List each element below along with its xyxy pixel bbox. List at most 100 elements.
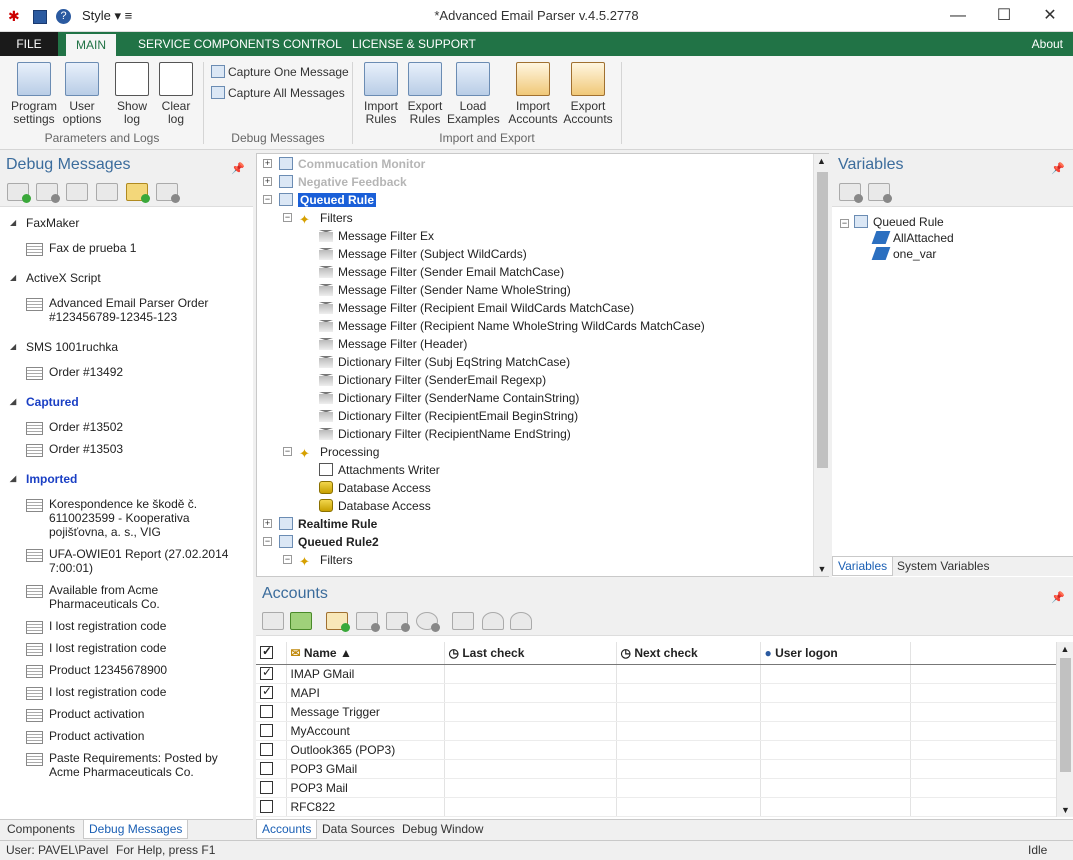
account-enabled-checkbox[interactable]	[260, 665, 273, 680]
scrollbar-thumb[interactable]	[1060, 658, 1071, 772]
account-enabled-checkbox[interactable]	[260, 704, 273, 718]
user-icon[interactable]	[482, 612, 504, 630]
table-row[interactable]: Outlook365 (POP3)	[256, 740, 1056, 760]
rule-tree-node[interactable]: Message Filter (Recipient Name WholeStri…	[319, 317, 705, 335]
debug-message-item[interactable]: Product 12345678900	[0, 660, 253, 680]
table-row[interactable]: Message Trigger	[256, 702, 1056, 722]
close-button[interactable]: ✕	[1027, 0, 1073, 31]
tab-system-variables[interactable]: System Variables	[892, 557, 994, 576]
capture-one-message-button[interactable]: Capture One Message	[211, 63, 349, 81]
rule-tree-node[interactable]: Dictionary Filter (Subj EqString MatchCa…	[319, 353, 570, 371]
load-examples-button[interactable]: Load Examples	[447, 62, 500, 126]
rule-tree-node[interactable]: Commucation Monitor	[279, 155, 425, 173]
edit-account-icon[interactable]	[386, 612, 410, 632]
table-row[interactable]: IMAP GMail	[256, 664, 1056, 684]
scrollbar-thumb[interactable]	[817, 172, 828, 468]
rule-tree-node[interactable]: Message Filter (Recipient Email WildCard…	[319, 299, 634, 317]
save-accounts-icon[interactable]	[452, 612, 474, 630]
account-enabled-checkbox[interactable]	[260, 780, 273, 794]
collapse-icon[interactable]: −	[283, 213, 292, 222]
show-log-button[interactable]: Show log	[112, 62, 152, 126]
collapse-icon[interactable]: −	[283, 555, 292, 564]
rule-tree-node[interactable]: Dictionary Filter (RecipientName EndStri…	[319, 425, 571, 443]
rules-tree-scrollbar[interactable]: ▲ ▼	[813, 154, 829, 576]
debug-message-item[interactable]: Order #13502	[0, 417, 253, 437]
check-account-icon[interactable]	[416, 612, 440, 632]
debug-message-item[interactable]: Product activation	[0, 704, 253, 724]
debug-message-item[interactable]: Order #13492	[0, 362, 253, 382]
users-icon[interactable]	[510, 612, 532, 630]
rule-tree-node[interactable]: Database Access	[319, 497, 431, 515]
debug-message-item[interactable]: Order #13503	[0, 439, 253, 459]
tab-variables[interactable]: Variables	[832, 557, 894, 576]
tab-components[interactable]: Components	[2, 820, 80, 839]
rule-tree-node[interactable]: ✦ Filters	[299, 209, 353, 227]
add-variable-icon[interactable]	[839, 183, 863, 203]
add-account-icon[interactable]	[326, 612, 350, 632]
column-header-next-check[interactable]: ◷ Next check	[616, 642, 761, 665]
account-enabled-checkbox[interactable]	[260, 684, 273, 699]
account-enabled-checkbox[interactable]	[260, 742, 273, 756]
debug-message-item[interactable]: I lost registration code	[0, 638, 253, 658]
rule-tree-node[interactable]: Database Access	[319, 479, 431, 497]
import-accounts-button[interactable]: Import Accounts	[506, 62, 560, 126]
select-all-checkbox[interactable]	[260, 644, 273, 659]
tab-service-components-control[interactable]: SERVICE COMPONENTS CONTROL	[128, 32, 352, 56]
accounts-scrollbar[interactable]: ▲ ▼	[1056, 642, 1073, 817]
debug-group[interactable]: Captured	[0, 392, 253, 412]
save-message-icon[interactable]	[66, 183, 88, 201]
delete-variable-icon[interactable]	[868, 183, 892, 203]
rule-tree-node[interactable]: Message Filter (Subject WildCards)	[319, 245, 527, 263]
user-options-button[interactable]: User options	[60, 62, 104, 126]
column-header-name[interactable]: ✉ Name ▲	[286, 642, 445, 665]
export-rules-button[interactable]: Export Rules	[403, 62, 447, 126]
rule-tree-node[interactable]: Dictionary Filter (SenderEmail Regexp)	[319, 371, 546, 389]
delete-folder-icon[interactable]	[156, 183, 180, 203]
debug-message-item[interactable]: Fax de prueba 1	[0, 238, 253, 258]
select-all-header[interactable]	[256, 642, 287, 665]
tab-debug-window[interactable]: Debug Window	[397, 820, 488, 839]
debug-message-item[interactable]: Product activation	[0, 726, 253, 746]
print-icon[interactable]	[262, 612, 284, 630]
account-enabled-checkbox[interactable]	[260, 799, 273, 813]
expand-icon[interactable]: +	[263, 519, 272, 528]
expand-icon[interactable]: +	[263, 159, 272, 168]
table-row[interactable]: MAPI	[256, 683, 1056, 703]
rule-tree-node[interactable]: Dictionary Filter (SenderName ContainStr…	[319, 389, 579, 407]
program-settings-button[interactable]: Program settings	[8, 62, 60, 126]
about-link[interactable]: About	[1022, 32, 1073, 56]
collapse-icon[interactable]: −	[263, 195, 272, 204]
table-row[interactable]: MyAccount	[256, 721, 1056, 741]
collapse-icon[interactable]: −	[283, 447, 292, 456]
account-enabled-checkbox[interactable]	[260, 761, 273, 775]
rule-tree-node[interactable]: ✦ Filters	[299, 551, 353, 569]
add-folder-icon[interactable]	[126, 183, 150, 203]
debug-message-item[interactable]: I lost registration code	[0, 616, 253, 636]
tab-data-sources[interactable]: Data Sources	[317, 820, 400, 839]
debug-message-item[interactable]: Available from Acme Pharmaceuticals Co.	[0, 580, 253, 614]
table-row[interactable]: POP3 GMail	[256, 759, 1056, 779]
clear-log-button[interactable]: Clear log	[156, 62, 196, 126]
tab-debug-messages[interactable]: Debug Messages	[83, 820, 189, 839]
rule-tree-node[interactable]: Realtime Rule	[279, 515, 377, 533]
rule-tree-node[interactable]: Message Filter (Header)	[319, 335, 467, 353]
table-row[interactable]: RFC822	[256, 797, 1056, 817]
rule-tree-node[interactable]: Message Filter Ex	[319, 227, 434, 245]
debug-message-item[interactable]: Korespondence ke škodě č. 6110023599 - K…	[0, 494, 253, 542]
import-rules-button[interactable]: Import Rules	[359, 62, 403, 126]
debug-message-item[interactable]: I lost registration code	[0, 682, 253, 702]
debug-group[interactable]: SMS 1001ruchka	[0, 337, 253, 357]
rule-tree-node[interactable]: Message Filter (Sender Email MatchCase)	[319, 263, 564, 281]
capture-all-messages-button[interactable]: Capture All Messages	[211, 84, 345, 102]
tab-license-support[interactable]: LICENSE & SUPPORT	[342, 32, 486, 56]
tab-main[interactable]: MAIN	[66, 34, 116, 56]
rule-tree-node[interactable]: Negative Feedback	[279, 173, 407, 191]
download-icon[interactable]	[290, 612, 312, 630]
rule-tree-node[interactable]: ✦ Processing	[299, 443, 379, 461]
rule-tree-node[interactable]: Queued Rule2	[279, 533, 379, 551]
collapse-icon[interactable]: −	[263, 537, 272, 546]
debug-message-item[interactable]: Paste Requirements: Posted by Acme Pharm…	[0, 748, 253, 782]
rule-tree-node[interactable]: Attachments Writer	[319, 461, 440, 479]
maximize-button[interactable]: ☐	[981, 0, 1027, 31]
expand-icon[interactable]: +	[263, 177, 272, 186]
